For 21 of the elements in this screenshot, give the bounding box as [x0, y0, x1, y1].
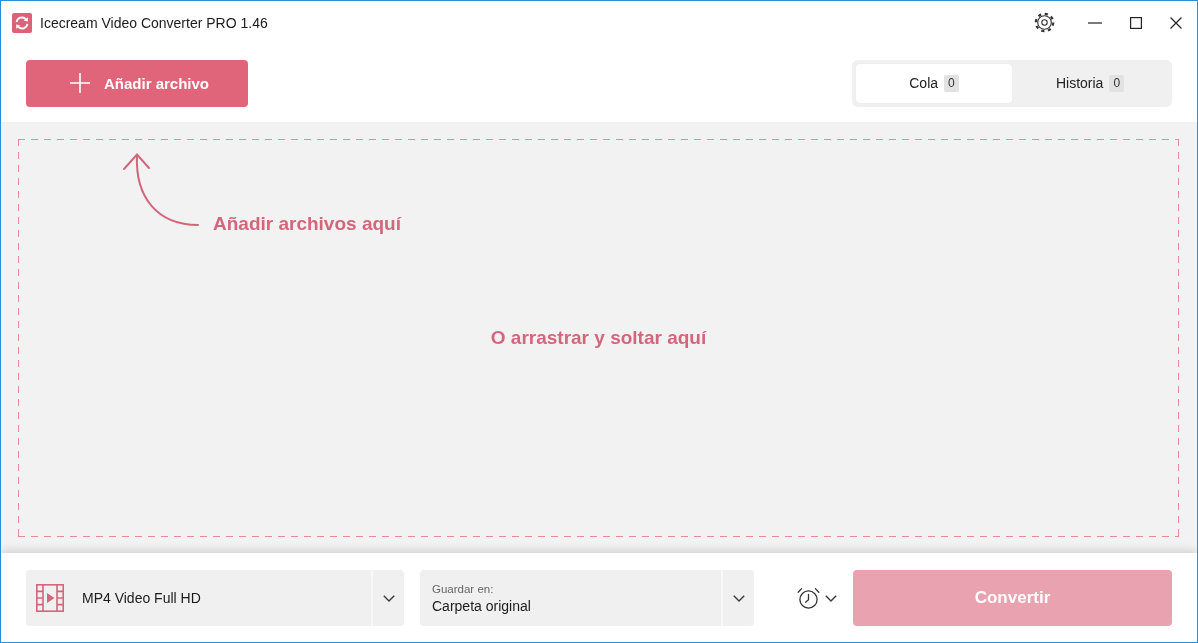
window-title: Icecream Video Converter PRO 1.46: [40, 14, 269, 31]
film-icon: [36, 584, 64, 612]
alarm-clock-icon[interactable]: [797, 586, 820, 610]
tab[interactable]: Cola 0: [856, 63, 1012, 103]
save-location-label: Guardar en:: [432, 582, 494, 595]
app-logo-icon: [12, 12, 32, 33]
format-dropdown[interactable]: MP4 Video Full HD: [26, 570, 404, 626]
count-badge: 0: [1109, 74, 1125, 92]
drop-message: O arrastrar y soltar aquí: [490, 326, 707, 350]
drop-hint: Añadir archivos aquí: [213, 212, 401, 236]
plus-icon: [70, 73, 90, 93]
close-icon[interactable]: [1170, 16, 1182, 29]
count-badge: 0: [944, 74, 959, 92]
settings-icon[interactable]: [1034, 12, 1055, 33]
chevron-icon[interactable]: [732, 594, 745, 602]
save-location-dropdown[interactable]: Guardar en: Carpeta original: [420, 570, 754, 626]
minimize-icon[interactable]: [1088, 21, 1102, 24]
tab[interactable]: Historia 0: [1012, 63, 1168, 103]
chevron-icon[interactable]: [825, 594, 837, 602]
maximize-icon[interactable]: [1130, 16, 1142, 29]
chevron-icon[interactable]: [382, 594, 395, 602]
